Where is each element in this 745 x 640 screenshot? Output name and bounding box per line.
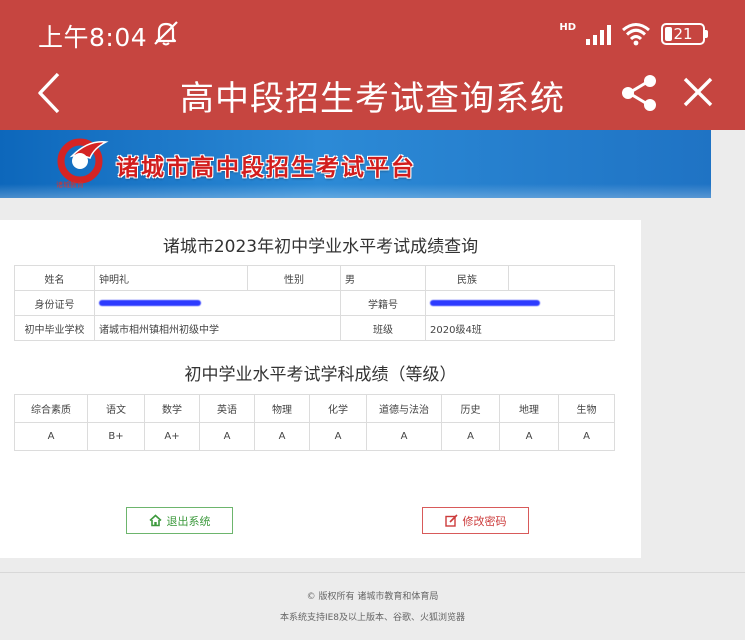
status-bar: 上午8:04 HD 21 bbox=[0, 0, 745, 62]
subject-header: 综合素质 bbox=[14, 394, 88, 423]
student-no-label: 学籍号 bbox=[340, 290, 426, 316]
exit-system-button[interactable]: 退出系统 bbox=[126, 507, 233, 534]
school-value: 诸城市相州镇相州初级中学 bbox=[94, 315, 341, 341]
signal-icon bbox=[586, 23, 611, 45]
banner-title: 诸城市高中段招生考试平台 bbox=[116, 155, 416, 181]
top-bar: 上午8:04 HD 21 高中段招生考试查询系统 bbox=[0, 0, 745, 130]
school-label: 初中毕业学校 bbox=[14, 315, 95, 341]
status-time: 上午8:04 bbox=[38, 23, 148, 52]
footer-browser-note: 本系统支持IE8及以上版本、谷歌、火狐浏览器 bbox=[279, 613, 466, 623]
exit-system-label: 退出系统 bbox=[166, 514, 211, 528]
share-icon[interactable] bbox=[618, 72, 660, 114]
ethnicity-label: 民族 bbox=[425, 265, 509, 291]
battery-icon: 21 bbox=[661, 23, 708, 45]
table-row: A B+ A+ A A A A A A A bbox=[14, 422, 615, 451]
class-value: 2020级4班 bbox=[425, 315, 615, 341]
grade-cell: A bbox=[558, 422, 615, 451]
subject-header: 生物 bbox=[558, 394, 615, 423]
app-bar: 高中段招生考试查询系统 bbox=[0, 62, 745, 124]
subject-header: 历史 bbox=[441, 394, 500, 423]
subject-header: 道德与法治 bbox=[366, 394, 442, 423]
table-row: 综合素质 语文 数学 英语 物理 化学 道德与法治 历史 地理 生物 bbox=[14, 394, 615, 423]
grade-cell: A bbox=[499, 422, 559, 451]
logo-text: 诸城教育 bbox=[56, 181, 84, 189]
gender-value: 男 bbox=[340, 265, 426, 291]
gender-label: 性别 bbox=[247, 265, 341, 291]
subject-header: 数学 bbox=[144, 394, 200, 423]
network-type: HD bbox=[559, 22, 576, 33]
subject-header: 语文 bbox=[87, 394, 145, 423]
subject-header: 英语 bbox=[199, 394, 255, 423]
page-title: 诸城市2023年初中学业水平考试成绩查询 bbox=[162, 237, 479, 257]
grade-cell: A bbox=[254, 422, 310, 451]
site-logo-icon bbox=[57, 138, 109, 184]
grade-cell: A bbox=[366, 422, 442, 451]
table-row: 姓名 钟明礼 性别 男 民族 bbox=[14, 265, 615, 291]
name-label: 姓名 bbox=[14, 265, 95, 291]
grades-table: 综合素质 语文 数学 英语 物理 化学 道德与法治 历史 地理 生物 A B+ … bbox=[14, 394, 615, 451]
table-row: 身份证号 学籍号 bbox=[14, 290, 615, 316]
change-password-label: 修改密码 bbox=[462, 514, 507, 528]
class-label: 班级 bbox=[340, 315, 426, 341]
name-value: 钟明礼 bbox=[94, 265, 248, 291]
wifi-icon bbox=[622, 23, 650, 46]
footer-copyright: © 版权所有 诸城市教育和体育局 bbox=[306, 592, 439, 602]
grade-cell: A+ bbox=[144, 422, 200, 451]
grade-cell: B+ bbox=[87, 422, 145, 451]
change-password-button[interactable]: 修改密码 bbox=[422, 507, 529, 534]
edit-icon bbox=[444, 514, 458, 527]
subject-header: 地理 bbox=[499, 394, 559, 423]
close-icon[interactable] bbox=[680, 74, 716, 110]
score-card: 诸城市2023年初中学业水平考试成绩查询 姓名 钟明礼 性别 男 民族 身份证号… bbox=[0, 220, 641, 558]
student-info-table: 姓名 钟明礼 性别 男 民族 身份证号 学籍号 初中毕业学校 诸城市相州镇相州初… bbox=[14, 265, 615, 341]
student-no-redacted bbox=[425, 290, 615, 316]
id-value-redacted bbox=[94, 290, 341, 316]
ethnicity-value bbox=[508, 265, 615, 291]
subject-header: 物理 bbox=[254, 394, 310, 423]
home-icon bbox=[148, 514, 162, 527]
grade-cell: A bbox=[441, 422, 500, 451]
site-banner: 诸城教育 诸城市高中段招生考试平台 bbox=[0, 130, 711, 198]
subject-header: 化学 bbox=[309, 394, 367, 423]
status-icons: HD 21 bbox=[559, 20, 708, 48]
footer-divider bbox=[0, 572, 745, 573]
id-label: 身份证号 bbox=[14, 290, 95, 316]
grade-cell: A bbox=[199, 422, 255, 451]
grade-cell: A bbox=[14, 422, 88, 451]
battery-level: 21 bbox=[673, 25, 693, 43]
mute-bell-icon bbox=[154, 21, 178, 46]
grades-title: 初中学业水平考试学科成绩（等级） bbox=[184, 365, 457, 385]
grade-cell: A bbox=[309, 422, 367, 451]
table-row: 初中毕业学校 诸城市相州镇相州初级中学 班级 2020级4班 bbox=[14, 315, 615, 341]
